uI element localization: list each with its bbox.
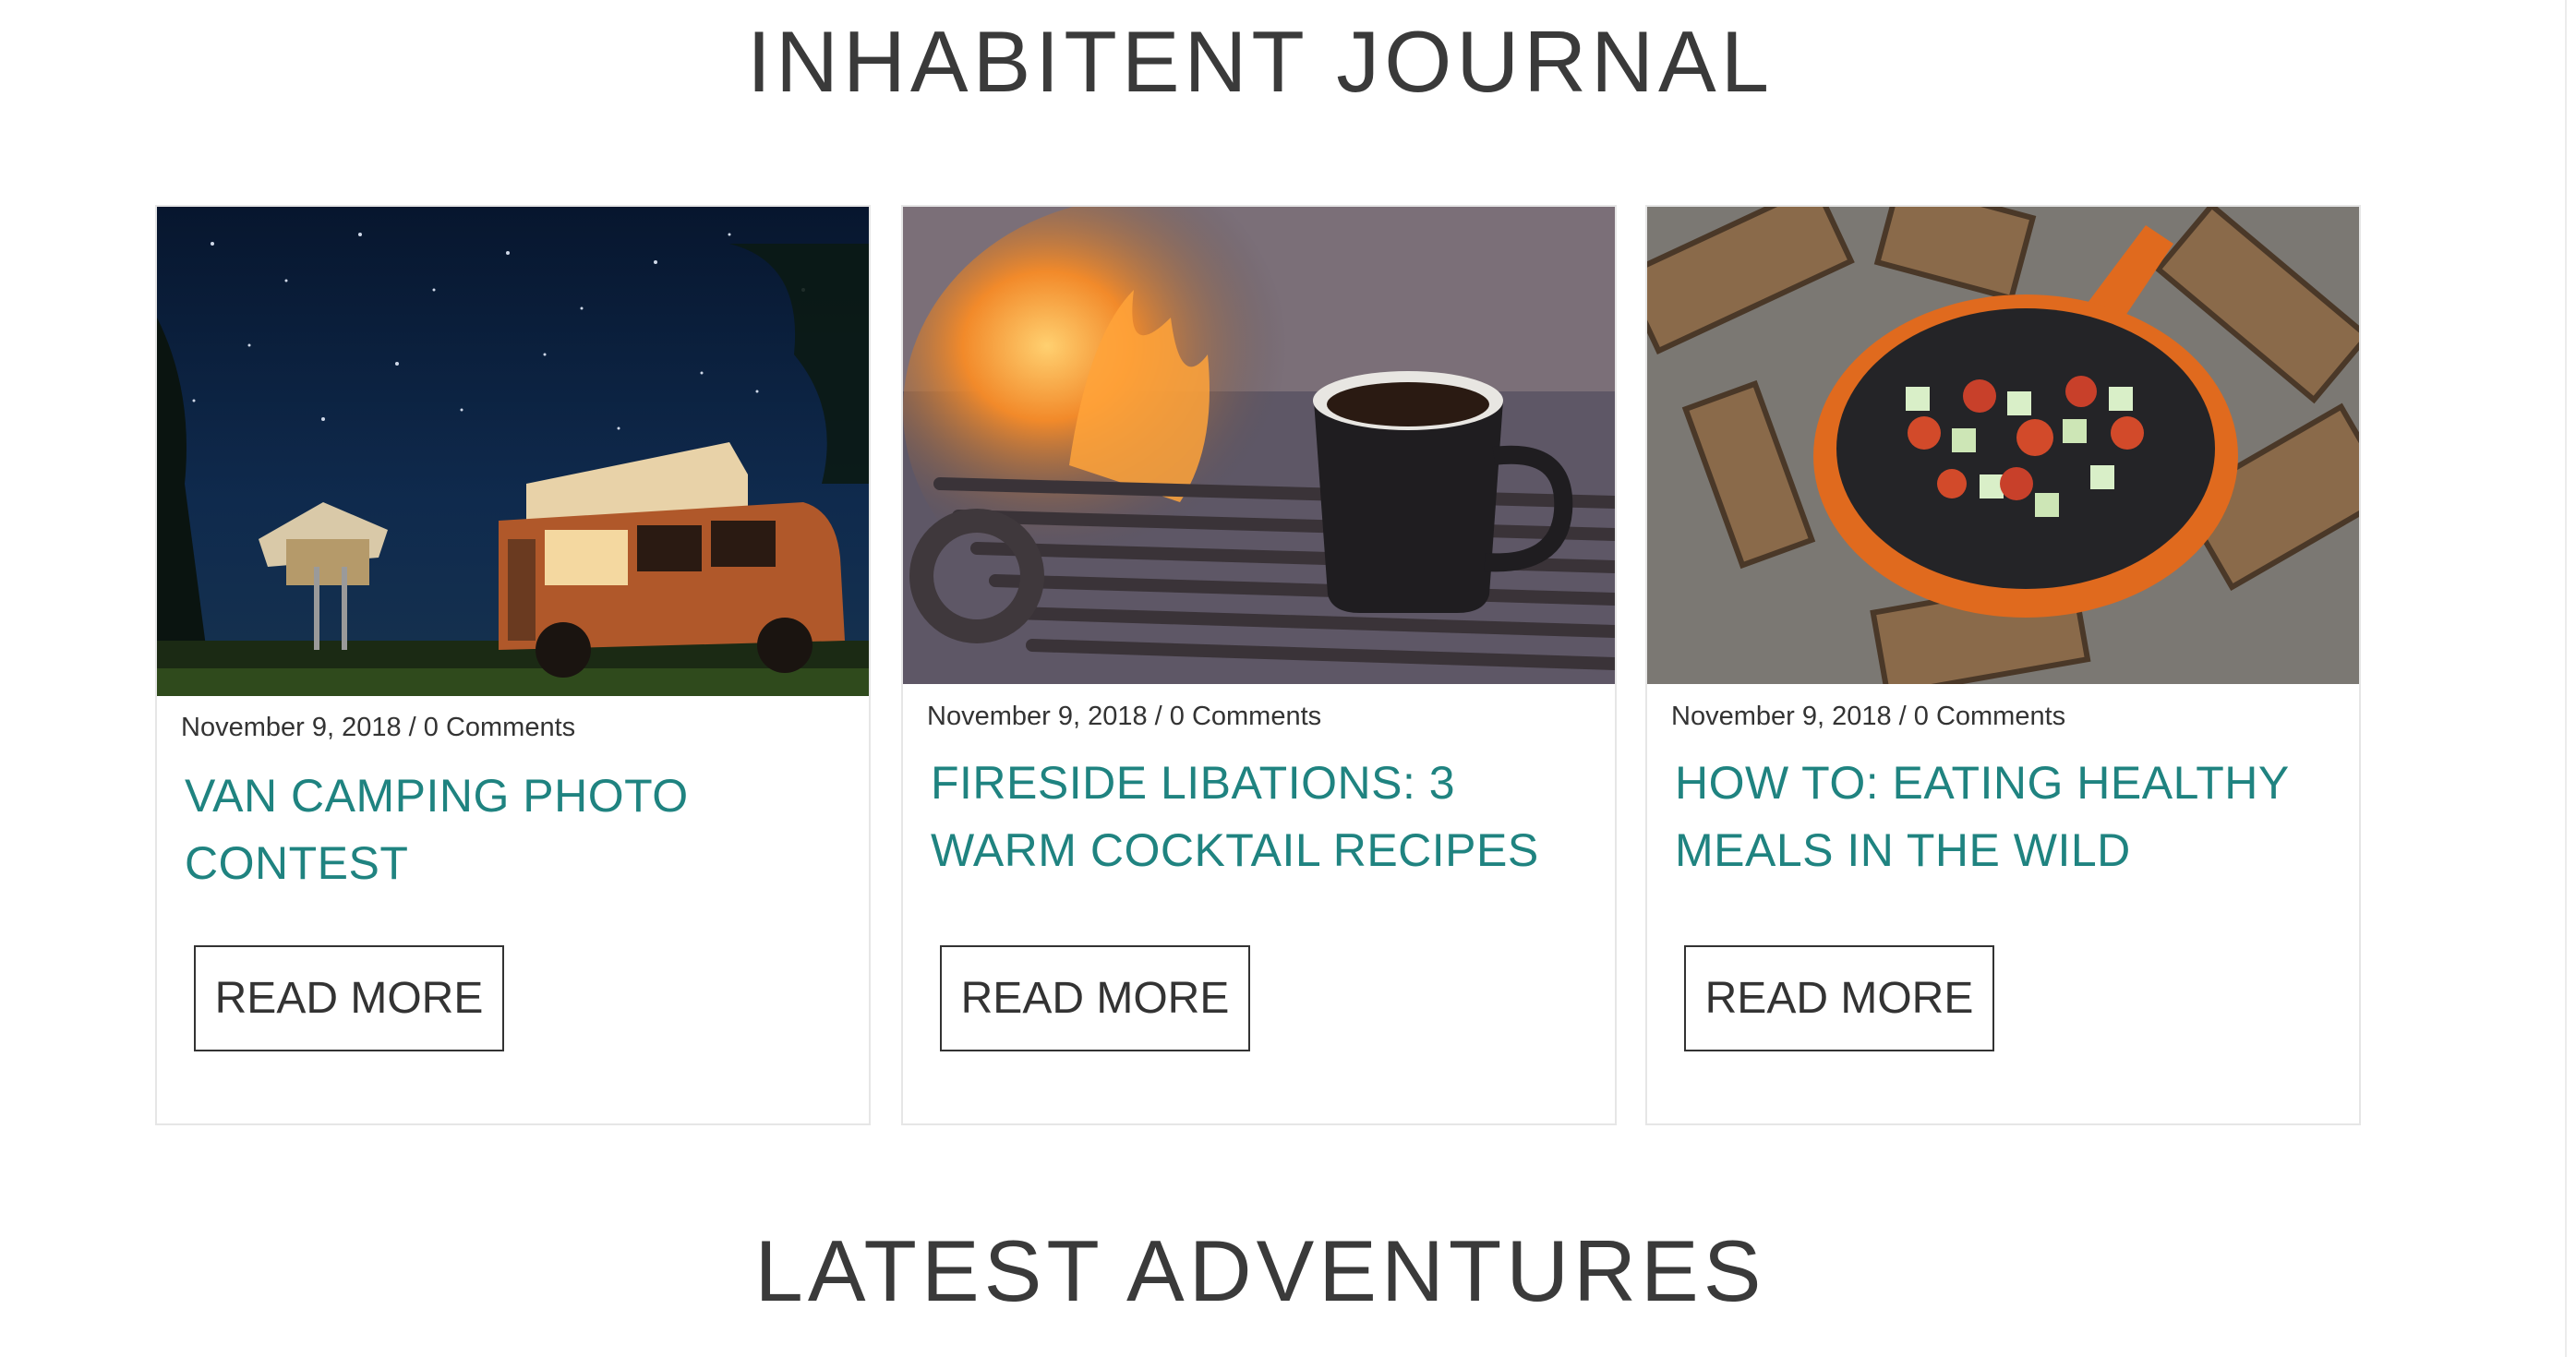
post-title[interactable]: FIRESIDE LIBATIONS: 3 WARM COCKTAIL RECI… bbox=[931, 750, 1559, 884]
adventures-section-heading: LATEST ADVENTURES bbox=[754, 1222, 1766, 1319]
journal-section-heading: INHABITENT JOURNAL bbox=[747, 13, 1774, 110]
post-meta: November 9, 2018 / 0 Comments bbox=[181, 713, 576, 742]
post-title[interactable]: VAN CAMPING PHOTO CONTEST bbox=[185, 763, 813, 897]
post-image-fireside-libations[interactable] bbox=[903, 207, 1615, 684]
post-image-van-camping[interactable] bbox=[157, 207, 869, 696]
post-meta: November 9, 2018 / 0 Comments bbox=[1671, 702, 2066, 731]
post-meta: November 9, 2018 / 0 Comments bbox=[927, 702, 1322, 731]
blog-post-card: November 9, 2018 / 0 Comments VAN CAMPIN… bbox=[155, 205, 871, 1125]
blog-post-card: November 9, 2018 / 0 Comments FIRESIDE L… bbox=[901, 205, 1617, 1125]
read-more-button[interactable]: READ MORE bbox=[194, 945, 504, 1051]
read-more-button[interactable]: READ MORE bbox=[940, 945, 1250, 1051]
read-more-button[interactable]: READ MORE bbox=[1684, 945, 1994, 1051]
post-title[interactable]: HOW TO: EATING HEALTHY MEALS IN THE WILD bbox=[1675, 750, 2303, 884]
blog-post-card: November 9, 2018 / 0 Comments HOW TO: EA… bbox=[1645, 205, 2361, 1125]
page-right-border bbox=[2565, 0, 2567, 1357]
post-image-healthy-meals[interactable] bbox=[1647, 207, 2359, 684]
